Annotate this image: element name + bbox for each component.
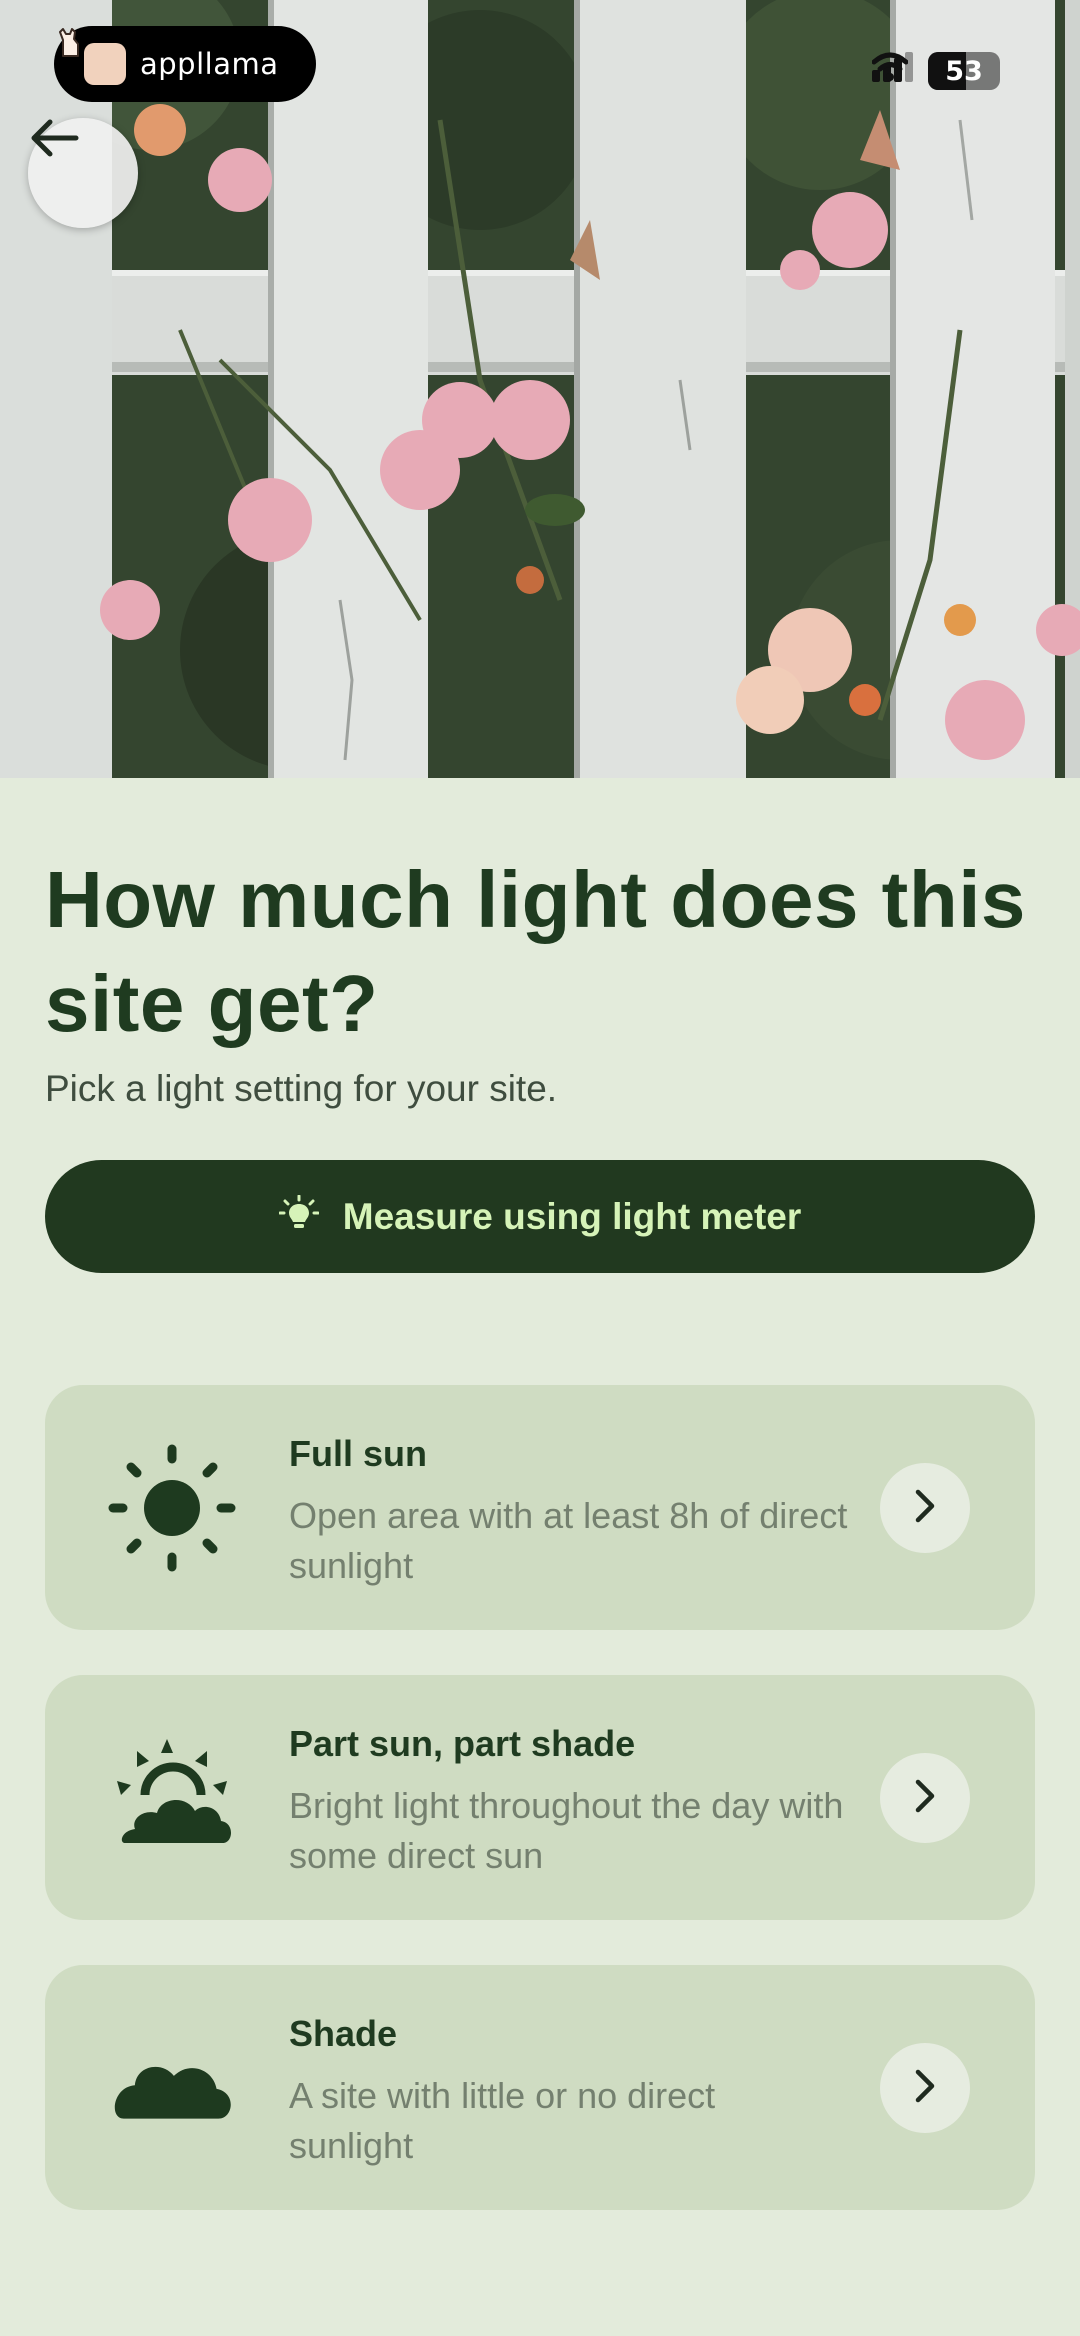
battery-indicator: 53 xyxy=(928,52,1000,90)
lightbulb-icon xyxy=(278,1194,320,1239)
option-title: Part sun, part shade xyxy=(289,1723,636,1764)
back-button[interactable] xyxy=(28,118,138,228)
option-title: Shade xyxy=(289,2013,398,2054)
option-shade[interactable]: Shade A site with little or no direct su… xyxy=(45,1965,1035,2210)
option-description: Bright light throughout the day with som… xyxy=(289,1785,844,1876)
chevron-right-icon xyxy=(913,2068,937,2108)
brand-name: appllama xyxy=(140,47,279,81)
option-full-sun[interactable]: Full sun Open area with at least 8h of d… xyxy=(45,1385,1035,1630)
brand-badge: appllama xyxy=(54,26,316,102)
llama-logo-icon xyxy=(59,28,126,85)
chevron-right-icon xyxy=(913,1778,937,1818)
chevron-right-icon xyxy=(913,1488,937,1528)
cloud-icon xyxy=(107,2023,237,2153)
option-select-button[interactable] xyxy=(880,1463,970,1553)
option-title: Full sun xyxy=(289,1433,427,1474)
option-select-button[interactable] xyxy=(880,1753,970,1843)
status-bar: 53 xyxy=(872,52,1000,90)
page-subtitle: Pick a light setting for your site. xyxy=(45,1068,558,1109)
measure-light-meter-button[interactable]: Measure using light meter xyxy=(45,1160,1035,1273)
measure-light-meter-label: Measure using light meter xyxy=(342,1195,802,1237)
option-description: A site with little or no direct sunlight xyxy=(289,2075,716,2166)
hero-image: appllama 53 xyxy=(0,0,1080,778)
battery-percent: 53 xyxy=(945,55,983,87)
sun-behind-cloud-icon xyxy=(107,1733,237,1863)
page-title: How much light does this site get? xyxy=(45,855,1026,1048)
option-select-button[interactable] xyxy=(880,2043,970,2133)
sun-icon xyxy=(107,1443,237,1573)
option-part-sun-part-shade[interactable]: Part sun, part shade Bright light throug… xyxy=(45,1675,1035,1920)
option-description: Open area with at least 8h of direct sun… xyxy=(289,1495,848,1586)
page-header: How much light does this site get? Pick … xyxy=(45,848,1035,1110)
